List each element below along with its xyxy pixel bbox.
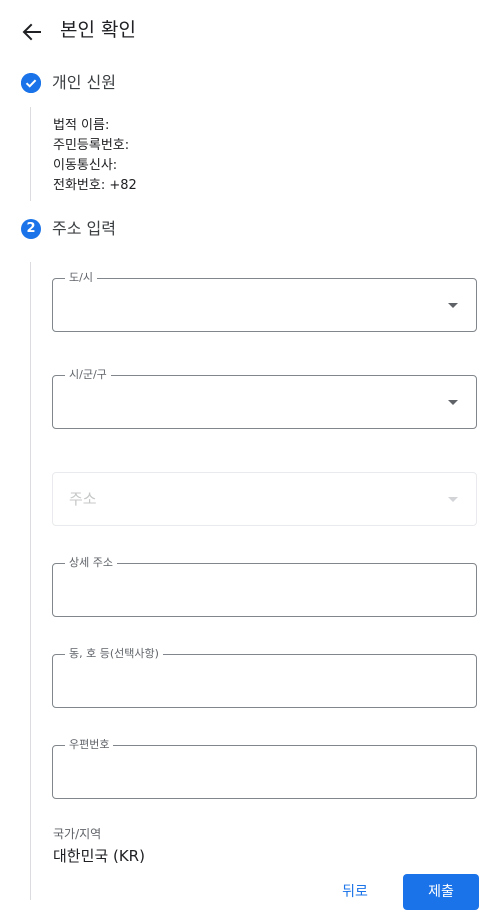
mobile-carrier-info: 이동통신사: <box>53 158 118 173</box>
dropdown-arrow-icon <box>448 497 458 502</box>
step-1-title: 개인 신원 <box>52 73 116 92</box>
country-value: 대한민국 (KR) <box>53 847 145 865</box>
district-select[interactable]: 시/군/구 <box>52 367 477 429</box>
back-button[interactable]: 뒤로 <box>330 880 380 904</box>
district-label: 시/군/구 <box>65 367 111 383</box>
submit-button[interactable]: 제출 <box>403 874 479 910</box>
step-2-title: 주소 입력 <box>52 219 116 238</box>
building-unit-label: 동, 호 등(선택사항) <box>65 646 163 662</box>
resident-number-info: 주민등록번호: <box>53 138 130 153</box>
city-label: 도/시 <box>65 270 97 286</box>
dropdown-arrow-icon <box>448 400 458 405</box>
check-circle-icon <box>21 73 41 93</box>
back-arrow-icon[interactable] <box>18 18 46 46</box>
step-2-number-icon: 2 <box>21 219 41 239</box>
address-placeholder: 주소 <box>69 490 97 508</box>
detail-address-label: 상세 주소 <box>65 555 117 571</box>
phone-number-info: 전화번호: +82 <box>53 178 137 193</box>
step-connector-line <box>30 262 31 900</box>
dropdown-arrow-icon <box>448 303 458 308</box>
city-select[interactable]: 도/시 <box>52 270 477 332</box>
postal-code-label: 우편번호 <box>65 737 114 753</box>
page-title: 본인 확인 <box>60 19 136 41</box>
postal-code-input[interactable]: 우편번호 <box>52 737 477 799</box>
legal-name-info: 법적 이름: <box>53 118 110 133</box>
app-header: 본인 확인 <box>0 0 492 60</box>
step-connector-line <box>30 107 31 201</box>
country-label: 국가/지역 <box>53 827 102 841</box>
detail-address-input[interactable]: 상세 주소 <box>52 555 477 617</box>
address-select: 주소 <box>52 472 477 526</box>
building-unit-input[interactable]: 동, 호 등(선택사항) <box>52 646 477 708</box>
